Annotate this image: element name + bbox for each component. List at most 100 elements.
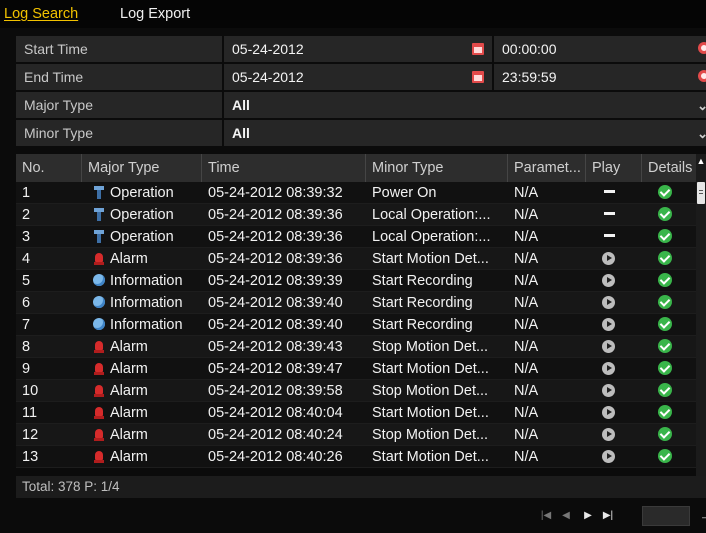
next-page-icon[interactable]: ▶ <box>578 506 598 526</box>
scroll-thumb[interactable] <box>697 182 705 204</box>
row-details[interactable] <box>642 336 696 358</box>
table-row[interactable]: 1 Operation 05-24-2012 08:39:32 Power On N/A <box>16 182 696 204</box>
clock-icon[interactable] <box>698 70 706 82</box>
tab-log-export[interactable]: Log Export <box>120 6 190 22</box>
check-circle-icon[interactable] <box>658 251 672 265</box>
table-row[interactable]: 13 Alarm 05-24-2012 08:40:26 Start Motion D… <box>16 446 696 468</box>
col-parameter-header[interactable]: Paramet... <box>508 154 586 182</box>
table-row[interactable]: 12 Alarm 05-24-2012 08:40:24 Stop Motion De… <box>16 424 696 446</box>
first-page-icon[interactable]: |◀ <box>536 506 556 526</box>
table-row[interactable]: 2 Operation 05-24-2012 08:39:36 Local Opera… <box>16 204 696 226</box>
row-play[interactable] <box>586 380 642 402</box>
table-row[interactable]: 7 Information 05-24-2012 08:39:40 Start Rec… <box>16 314 696 336</box>
row-details[interactable] <box>642 446 696 468</box>
play-icon[interactable] <box>602 274 615 287</box>
table-scrollbar[interactable]: ▲ ⌄ <box>696 154 706 498</box>
end-date-field[interactable]: 05-24-2012 <box>224 64 492 90</box>
row-minor-type: Start Motion Det... <box>372 251 489 267</box>
start-date-field[interactable]: 05-24-2012 <box>224 36 492 62</box>
row-play[interactable] <box>586 336 642 358</box>
play-icon[interactable] <box>602 362 615 375</box>
row-details[interactable] <box>642 314 696 336</box>
check-circle-icon[interactable] <box>658 229 672 243</box>
last-page-icon[interactable]: ▶| <box>598 506 618 526</box>
check-circle-icon[interactable] <box>658 185 672 199</box>
check-circle-icon[interactable] <box>658 361 672 375</box>
row-time: 05-24-2012 08:39:47 <box>208 361 343 377</box>
play-icon[interactable] <box>602 296 615 309</box>
calendar-icon[interactable] <box>472 71 484 83</box>
check-circle-icon[interactable] <box>658 295 672 309</box>
tab-log-search[interactable]: Log Search <box>4 6 78 22</box>
minor-type-label: Minor Type <box>16 120 222 146</box>
table-row[interactable]: 5 Information 05-24-2012 08:39:39 Start Rec… <box>16 270 696 292</box>
check-circle-icon[interactable] <box>658 339 672 353</box>
row-play[interactable] <box>586 446 642 468</box>
col-play-header[interactable]: Play <box>586 154 642 182</box>
col-time-header[interactable]: Time <box>202 154 366 182</box>
row-play[interactable] <box>586 270 642 292</box>
row-play[interactable] <box>586 292 642 314</box>
calendar-icon[interactable] <box>472 43 484 55</box>
chevron-down-icon[interactable]: ⌄ <box>697 93 706 118</box>
end-time-field[interactable]: 23:59:59 <box>494 64 706 90</box>
row-details[interactable] <box>642 380 696 402</box>
row-play[interactable] <box>586 424 642 446</box>
play-icon[interactable] <box>602 318 615 331</box>
row-details[interactable] <box>642 292 696 314</box>
row-details[interactable] <box>642 424 696 446</box>
row-play[interactable] <box>586 358 642 380</box>
scroll-up-icon[interactable]: ▲ <box>696 156 706 166</box>
row-details[interactable] <box>642 182 696 204</box>
play-icon[interactable] <box>602 384 615 397</box>
table-row[interactable]: 11 Alarm 05-24-2012 08:40:04 Start Motion D… <box>16 402 696 424</box>
table-row[interactable]: 4 Alarm 05-24-2012 08:39:36 Start Motion De… <box>16 248 696 270</box>
row-play[interactable] <box>586 248 642 270</box>
row-minor-type: Power On <box>372 185 437 201</box>
play-icon[interactable] <box>602 450 615 463</box>
row-number: 13 <box>22 449 39 465</box>
check-circle-icon[interactable] <box>658 405 672 419</box>
play-icon[interactable] <box>602 340 615 353</box>
row-details[interactable] <box>642 402 696 424</box>
table-row[interactable]: 8 Alarm 05-24-2012 08:39:43 Stop Motion Det… <box>16 336 696 358</box>
row-play[interactable] <box>586 314 642 336</box>
row-details[interactable] <box>642 226 696 248</box>
check-circle-icon[interactable] <box>658 207 672 221</box>
clock-icon[interactable] <box>698 42 706 54</box>
table-row[interactable]: 9 Alarm 05-24-2012 08:39:47 Start Motion De… <box>16 358 696 380</box>
chevron-down-icon[interactable]: ⌄ <box>697 121 706 146</box>
table-row[interactable]: 10 Alarm 05-24-2012 08:39:58 Stop Motion De… <box>16 380 696 402</box>
col-details-header[interactable]: Details <box>642 154 696 182</box>
go-arrow-icon[interactable]: → <box>696 506 706 526</box>
row-details[interactable] <box>642 248 696 270</box>
table-row[interactable]: 3 Operation 05-24-2012 08:39:36 Local Opera… <box>16 226 696 248</box>
start-time-row: Start Time 05-24-2012 00:00:00 <box>16 36 706 62</box>
row-number: 8 <box>22 339 31 355</box>
check-circle-icon[interactable] <box>658 317 672 331</box>
row-details[interactable] <box>642 358 696 380</box>
col-minor-type-header[interactable]: Minor Type <box>366 154 508 182</box>
start-time-field[interactable]: 00:00:00 <box>494 36 706 62</box>
play-icon[interactable] <box>602 252 615 265</box>
row-parameter: N/A <box>514 405 539 421</box>
col-major-type-header[interactable]: Major Type <box>82 154 202 182</box>
col-no-header[interactable]: No. <box>16 154 82 182</box>
row-details[interactable] <box>642 204 696 226</box>
check-circle-icon[interactable] <box>658 449 672 463</box>
play-icon[interactable] <box>602 428 615 441</box>
table-row[interactable]: 6 Information 05-24-2012 08:39:40 Start Rec… <box>16 292 696 314</box>
check-circle-icon[interactable] <box>658 273 672 287</box>
row-minor-type: Local Operation:... <box>372 207 491 223</box>
check-circle-icon[interactable] <box>658 383 672 397</box>
prev-page-icon[interactable]: ◀ <box>556 506 576 526</box>
check-circle-icon[interactable] <box>658 427 672 441</box>
play-icon[interactable] <box>602 406 615 419</box>
row-play[interactable] <box>586 402 642 424</box>
row-time: 05-24-2012 08:40:04 <box>208 405 343 421</box>
tab-bar: Log Search Log Export <box>0 0 706 28</box>
minor-type-select[interactable]: All ⌄ <box>224 120 706 146</box>
row-details[interactable] <box>642 270 696 292</box>
major-type-select[interactable]: All ⌄ <box>224 92 706 118</box>
page-number-input[interactable] <box>642 506 690 526</box>
